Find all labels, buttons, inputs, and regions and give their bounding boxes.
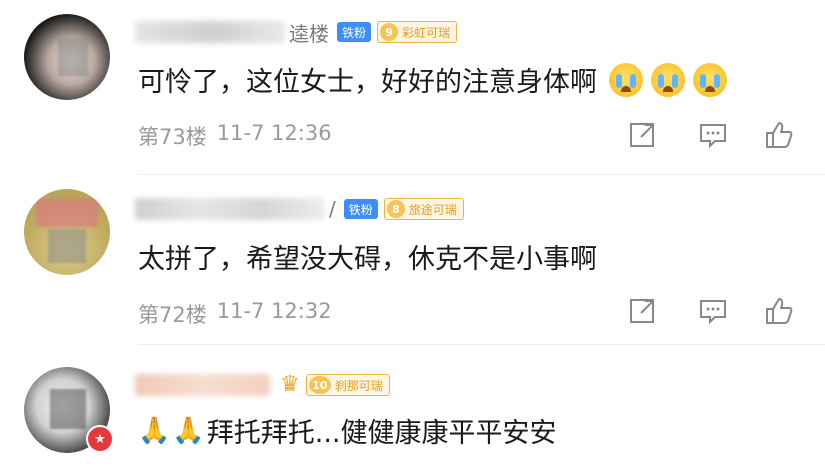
comment-item: ★ ♛ 10 刹那可瑞 🙏 🙏 拜托拜托...健健康康平平安安 xyxy=(0,345,825,471)
username-partial: 逵楼 xyxy=(289,21,329,46)
timestamp: 11-7 12:36 xyxy=(216,121,332,145)
comment-meta: 第72楼 11-7 12:32 xyxy=(138,299,332,329)
username-blurred[interactable] xyxy=(135,374,270,396)
crying-face-emoji xyxy=(609,62,643,97)
username-row: 逵楼 铁粉 9 彩虹可瑞 xyxy=(135,18,458,46)
crying-face-emoji xyxy=(693,62,727,97)
username-partial: / xyxy=(329,197,336,221)
comment-meta: 第73楼 11-7 12:36 xyxy=(138,121,332,151)
comment-text: 可怜了，这位女士，好好的注意身体啊 xyxy=(138,60,727,99)
level-label: 彩虹可瑞 xyxy=(402,25,451,40)
comment-text-body: 可怜了，这位女士，好好的注意身体啊 xyxy=(138,67,597,98)
crown-icon[interactable]: ♛ xyxy=(280,374,300,396)
comment-text-body: 拜托拜托...健健康康平平安安 xyxy=(206,418,557,449)
like-icon[interactable] xyxy=(764,296,794,326)
level-number: 10 xyxy=(308,376,331,394)
avatar[interactable] xyxy=(24,189,110,275)
praying-hands-emoji: 🙏 xyxy=(172,415,205,446)
fan-badge[interactable]: 铁粉 xyxy=(343,199,378,219)
username-row: / 铁粉 8 旅途可瑞 xyxy=(135,195,464,223)
comment-text: 🙏 🙏 拜托拜托...健健康康平平安安 xyxy=(138,411,557,450)
like-icon[interactable] xyxy=(764,120,794,150)
comment-item: 逵楼 铁粉 9 彩虹可瑞 可怜了，这位女士，好好的注意身体啊 第73楼 11-7… xyxy=(0,0,825,175)
fan-badge[interactable]: 铁粉 xyxy=(337,22,372,42)
level-number: 9 xyxy=(380,23,399,41)
floor-number: 第73楼 xyxy=(138,125,207,149)
comment-text: 太拼了，希望没大碍，休克不是小事啊 xyxy=(138,237,597,276)
comment-icon[interactable] xyxy=(698,120,728,150)
crying-face-emoji xyxy=(651,62,685,97)
timestamp: 11-7 12:32 xyxy=(216,299,332,323)
praying-hands-emoji: 🙏 xyxy=(138,415,171,446)
share-icon[interactable] xyxy=(628,120,658,150)
comment-actions xyxy=(628,120,798,154)
username-blurred[interactable] xyxy=(135,198,325,220)
username-row: ♛ 10 刹那可瑞 xyxy=(135,371,390,399)
share-icon[interactable] xyxy=(628,296,658,326)
comment-icon[interactable] xyxy=(698,296,728,326)
fan-level-badge[interactable]: 10 刹那可瑞 xyxy=(305,374,390,396)
level-number: 8 xyxy=(386,200,405,218)
fan-level-badge[interactable]: 8 旅途可瑞 xyxy=(383,198,464,220)
avatar[interactable] xyxy=(24,14,110,100)
fan-level-badge[interactable]: 9 彩虹可瑞 xyxy=(377,21,458,43)
level-label: 旅途可瑞 xyxy=(408,202,457,217)
vip-badge-icon: ★ xyxy=(86,425,114,453)
comment-actions xyxy=(628,296,798,330)
comment-text-body: 太拼了，希望没大碍，休克不是小事啊 xyxy=(138,244,597,275)
comment-item: / 铁粉 8 旅途可瑞 太拼了，希望没大碍，休克不是小事啊 第72楼 11-7 … xyxy=(0,175,825,345)
level-label: 刹那可瑞 xyxy=(334,378,383,393)
floor-number: 第72楼 xyxy=(138,303,207,327)
username-blurred[interactable] xyxy=(135,21,285,43)
